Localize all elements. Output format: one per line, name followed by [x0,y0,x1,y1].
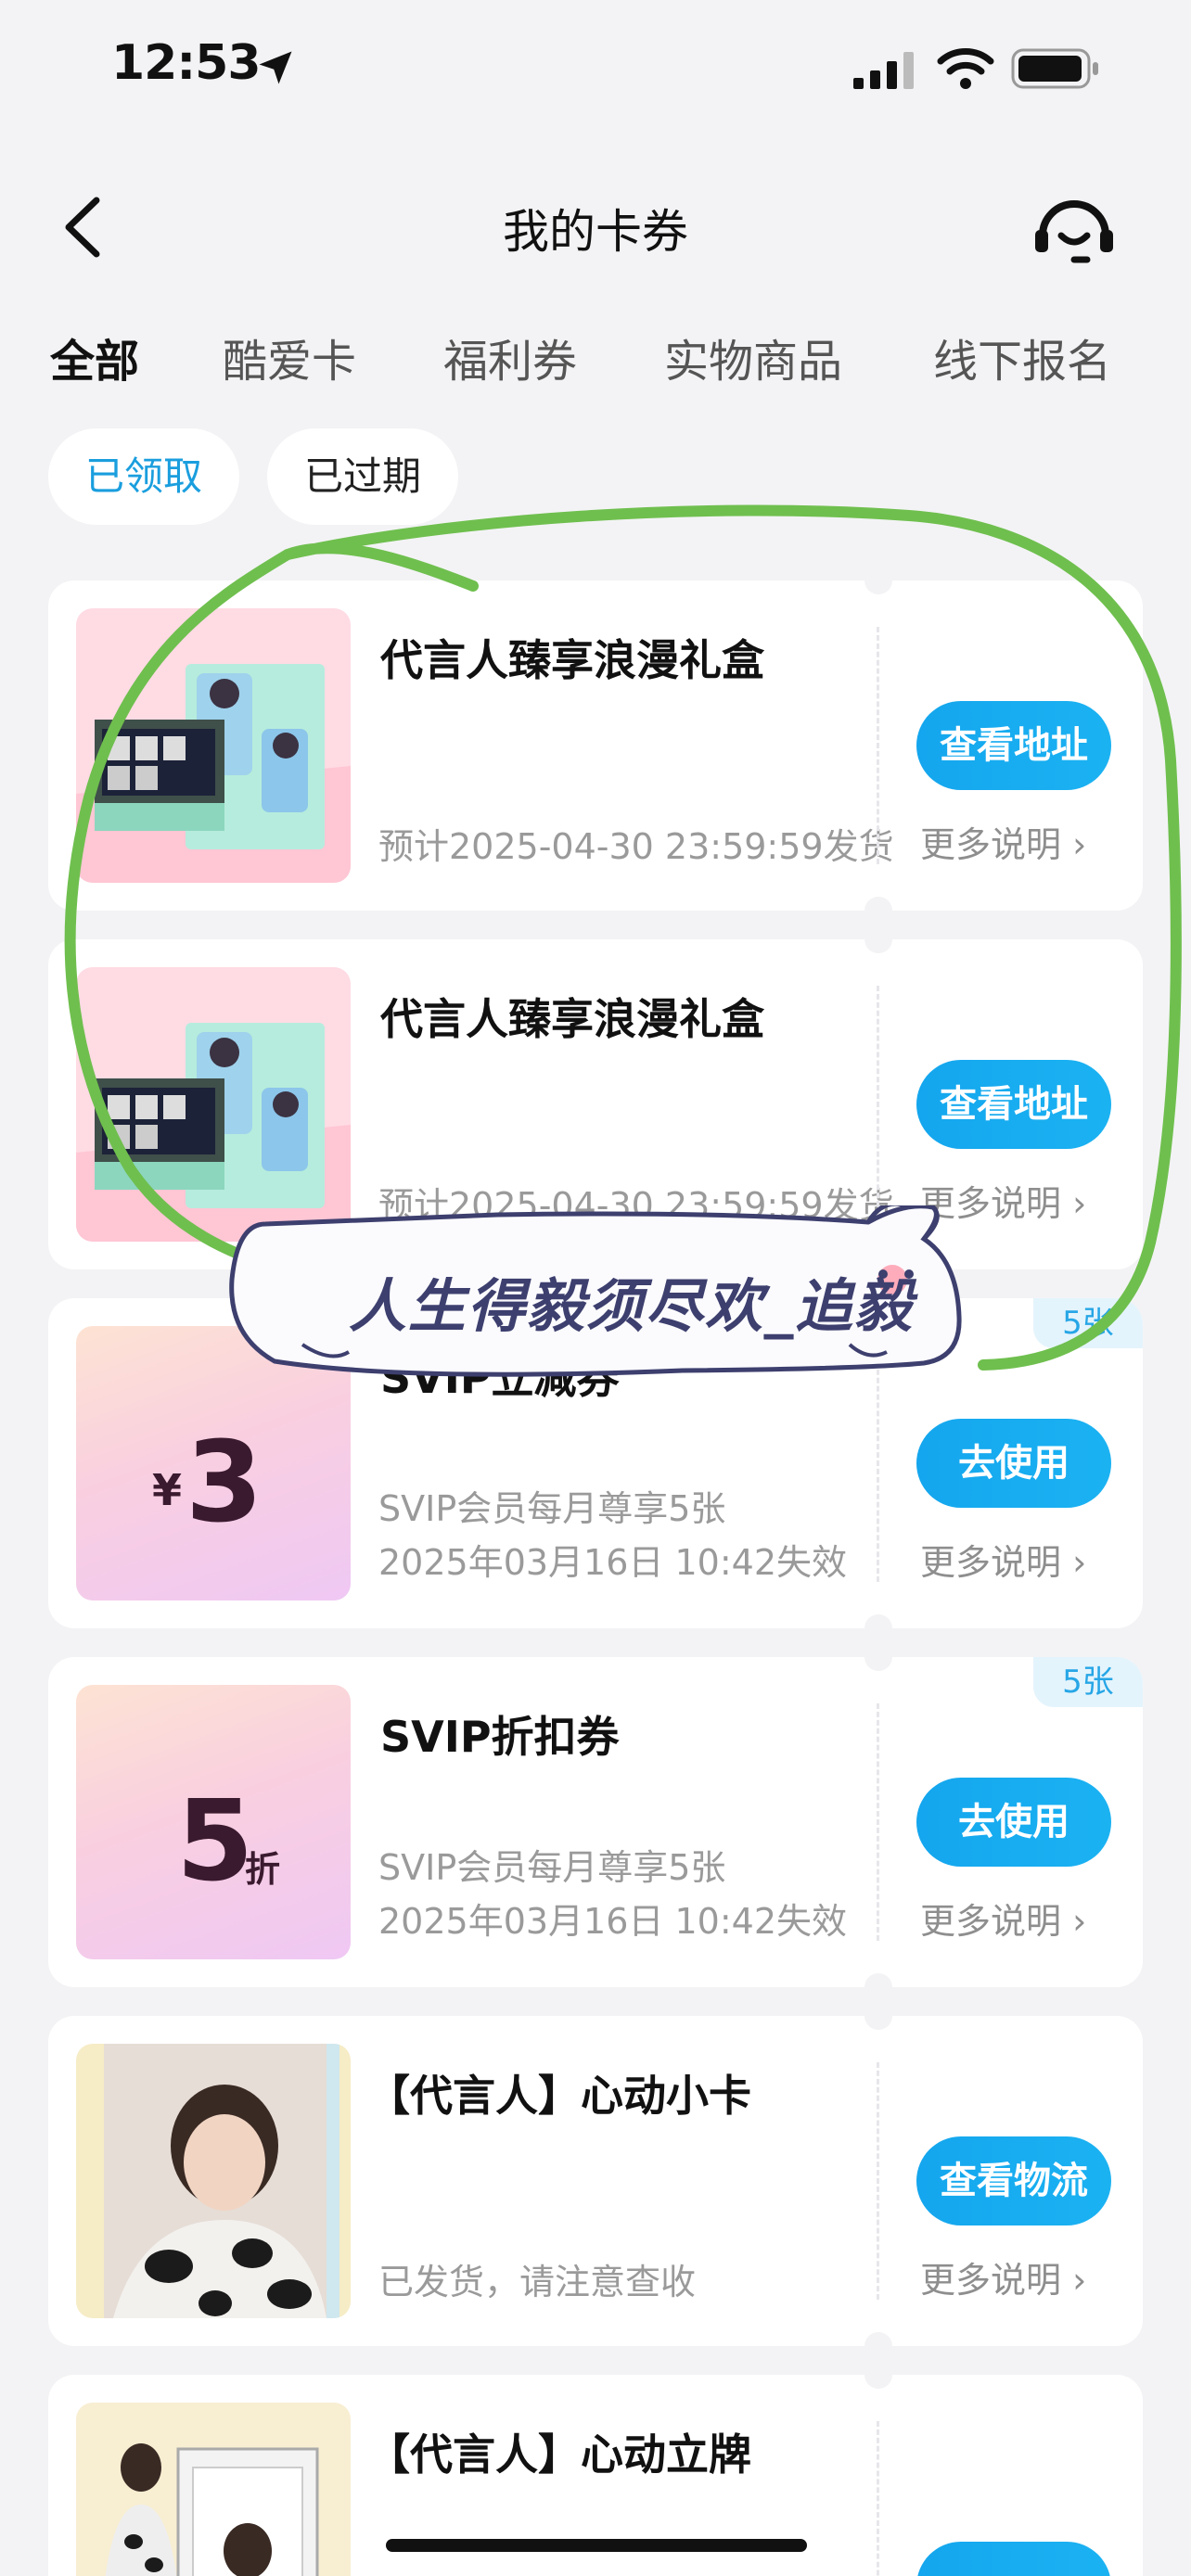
tab-offline-signup[interactable]: 线下报名 [933,325,1111,389]
chevron-right-icon: › [1072,1183,1087,1224]
card-divider [877,986,879,1223]
chevron-right-icon: › [1072,1542,1087,1583]
ship-date: 预计2025-04-30 23:59:59发货 [378,826,894,867]
card-notch [864,897,892,911]
more-info-label: 更多说明 [920,824,1062,865]
more-info-link[interactable]: 更多说明 › [920,816,1086,867]
more-info-link[interactable]: 更多说明 › [920,2251,1086,2302]
view-logistics-button[interactable]: 查看物流 [916,2136,1111,2225]
card-svip-discount[interactable]: 5张 5 折 SVIP折扣券 SVIP会员每月尊享5张 2025年03月16日 … [48,1657,1143,1987]
more-info-label: 更多说明 [920,2260,1062,2301]
use-coupon-button[interactable]: 去使用 [916,1778,1111,1867]
sticker-text: 人生得毅须尽欢_追毅 [349,1272,915,1340]
card-divider [877,627,879,864]
card-notch [864,1614,892,1628]
tab-coupon[interactable]: 福利券 [443,325,577,389]
page-title: 我的卡券 [503,205,688,259]
nav-bar: 我的卡券 [0,167,1191,278]
category-tabs: 全部 酷爱卡 福利券 实物商品 线下报名 [0,325,1191,399]
card-notch [864,580,892,594]
card-notch [864,1657,892,1671]
card-divider [877,2062,879,2300]
coupon-value: 5 [176,1778,254,1906]
location-arrow-icon [259,51,292,84]
chevron-right-icon: › [1072,2260,1087,2301]
card-notch [864,939,892,953]
sticker-overlay: 人生得毅须尽欢_追毅 [219,1201,968,1382]
coupon-image: 5 折 [76,1685,351,1959]
status-filters: 已领取 已过期 [0,428,1191,525]
card-gift-box-1[interactable]: 代言人臻享浪漫礼盒 预计2025-04-30 23:59:59发货 查看地址 更… [48,580,1143,911]
card-divider [877,2421,879,2576]
home-indicator [386,2539,807,2552]
use-coupon-button[interactable]: 去使用 [916,1419,1111,1508]
expire-date: 2025年03月16日 10:42失效 [378,1901,848,1942]
tab-cool-card[interactable]: 酷爱卡 [223,325,356,389]
coupon-unit: 折 [245,1849,281,1890]
view-address-button[interactable]: 查看地址 [916,1060,1111,1149]
card-title: SVIP折扣券 [380,1712,620,1762]
card-notch [864,2016,892,2030]
view-address-button[interactable]: 查看地址 [916,701,1111,790]
wifi-icon [937,48,994,89]
more-info-label: 更多说明 [920,1542,1062,1583]
card-notch [864,1973,892,1987]
count-badge: 5张 [1033,1657,1143,1707]
customer-service-icon[interactable] [1031,193,1117,267]
coupon-value: 3 [186,1419,263,1548]
card-photo-card[interactable]: 【代言人】心动小卡 已发货，请注意查收 查看物流 更多说明 › [48,2016,1143,2346]
card-title: 【代言人】心动小卡 [367,2071,751,2121]
card-title: 代言人臻享浪漫礼盒 [380,635,764,685]
battery-icon [1011,48,1098,89]
photo-card-image [76,2044,351,2318]
card-title: 【代言人】心动立牌 [367,2429,751,2480]
shipping-status: 已发货，请注意查收 [378,2262,697,2302]
tab-physical-goods[interactable]: 实物商品 [664,325,842,389]
status-bar: 12:53 [0,0,1191,139]
coupon-currency: ¥ [152,1465,183,1515]
expire-date: 2025年03月16日 10:42失效 [378,1542,848,1583]
status-time: 12:53 [111,35,262,91]
card-description: SVIP会员每月尊享5张 [378,1488,726,1529]
filter-expired[interactable]: 已过期 [267,428,458,525]
tab-all[interactable]: 全部 [50,325,139,389]
action-button[interactable] [916,2542,1111,2576]
more-info-link[interactable]: 更多说明 › [920,1534,1086,1585]
card-notch [864,2332,892,2346]
gift-box-image [76,608,351,883]
cellular-signal-icon [853,52,914,89]
card-notch [864,2375,892,2389]
standee-image [76,2403,351,2576]
card-description: SVIP会员每月尊享5张 [378,1847,726,1888]
gift-box-image [76,967,351,1242]
card-divider [877,1703,879,1941]
more-info-link[interactable]: 更多说明 › [920,1893,1086,1944]
chevron-right-icon: › [1072,824,1087,865]
filter-claimed[interactable]: 已领取 [48,428,239,525]
more-info-label: 更多说明 [920,1901,1062,1942]
count-badge: 5张 [1033,1298,1143,1348]
chevron-right-icon: › [1072,1901,1087,1942]
card-title: 代言人臻享浪漫礼盒 [380,994,764,1044]
